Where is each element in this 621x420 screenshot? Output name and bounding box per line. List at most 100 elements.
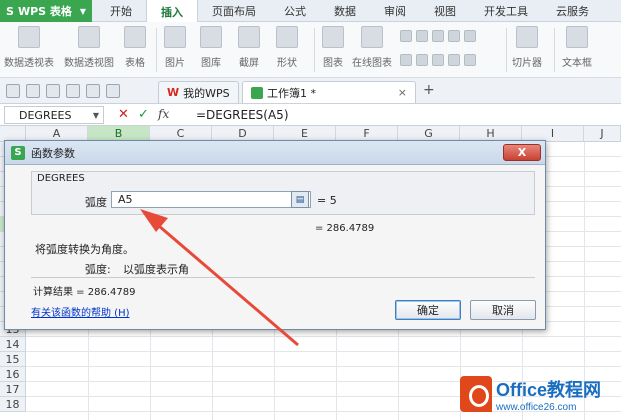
textbox-label: 文本框 bbox=[562, 58, 592, 69]
screenshot-button[interactable]: 截屏 bbox=[238, 26, 260, 69]
textbox-icon bbox=[566, 26, 588, 48]
grid-line bbox=[26, 336, 621, 337]
tab-review[interactable]: 审阅 bbox=[370, 0, 420, 22]
picture-label: 图片 bbox=[165, 58, 185, 69]
redo-icon[interactable] bbox=[106, 84, 120, 98]
chart-type-row-2 bbox=[400, 54, 476, 66]
open-icon[interactable] bbox=[26, 84, 40, 98]
tab-data[interactable]: 数据 bbox=[320, 0, 370, 22]
argument-input-value: A5 bbox=[118, 193, 133, 206]
argument-value-preview: = 5 bbox=[317, 194, 337, 207]
chart-type-row-1 bbox=[400, 30, 476, 42]
tab-workbook[interactable]: 工作簿1 * × bbox=[242, 81, 416, 103]
column-chart-icon[interactable] bbox=[400, 30, 412, 42]
row-header-16[interactable]: 16 bbox=[0, 367, 26, 382]
slicer-button[interactable]: 切片器 bbox=[512, 26, 542, 69]
collapse-dialog-icon[interactable]: ▤ bbox=[291, 191, 309, 208]
row-header-14[interactable]: 14 bbox=[0, 337, 26, 352]
ribbon: 数据透视表 数据透视图 表格 图片 图库 截屏 形状 图表 在线图表 切片器 文… bbox=[0, 22, 621, 78]
dialog-title: 函数参数 bbox=[31, 146, 75, 160]
slicer-icon bbox=[516, 26, 538, 48]
wps-logo-icon: S bbox=[6, 4, 14, 18]
stock-chart-icon[interactable] bbox=[464, 30, 476, 42]
shapes-icon bbox=[276, 26, 298, 48]
new-tab-icon[interactable]: + bbox=[423, 82, 435, 98]
tab-formulas[interactable]: 公式 bbox=[270, 0, 320, 22]
name-box[interactable]: DEGREES ▼ bbox=[4, 106, 104, 124]
pivot-table-button[interactable]: 数据透视表 bbox=[4, 26, 54, 69]
preview-icon[interactable] bbox=[66, 84, 80, 98]
pie-chart-icon[interactable] bbox=[416, 54, 428, 66]
textbox-button[interactable]: 文本框 bbox=[562, 26, 592, 69]
undo-icon[interactable] bbox=[86, 84, 100, 98]
cancel-button[interactable]: 取消 bbox=[470, 300, 536, 320]
online-chart-label: 在线图表 bbox=[352, 58, 392, 69]
cancel-icon[interactable]: ✕ bbox=[118, 107, 129, 122]
radar-chart-icon[interactable] bbox=[432, 54, 444, 66]
argument-input[interactable]: A5 bbox=[111, 191, 311, 208]
bar-chart-icon[interactable] bbox=[400, 54, 412, 66]
function-description: 将弧度转换为角度。 bbox=[35, 243, 134, 256]
tab-view[interactable]: 视图 bbox=[420, 0, 470, 22]
row-header-15[interactable]: 15 bbox=[0, 352, 26, 367]
ribbon-divider bbox=[156, 28, 157, 72]
pivot-chart-icon bbox=[78, 26, 100, 48]
shapes-button[interactable]: 形状 bbox=[276, 26, 298, 69]
line-chart-icon[interactable] bbox=[416, 30, 428, 42]
function-help-link[interactable]: 有关该函数的帮助 (H) bbox=[31, 304, 130, 319]
watermark-title: Office教程网 bbox=[496, 379, 602, 400]
ribbon-divider bbox=[314, 28, 315, 72]
document-tabs-bar: W 我的WPS 工作簿1 * × bbox=[0, 78, 621, 104]
tab-page-layout[interactable]: 页面布局 bbox=[198, 0, 270, 22]
app-menu-button[interactable]: S WPS 表格 ▼ bbox=[0, 0, 92, 22]
chart-button[interactable]: 图表 bbox=[322, 26, 344, 69]
pivot-chart-label: 数据透视图 bbox=[64, 58, 114, 69]
menu-tabs: 开始 插入 页面布局 公式 数据 审阅 视图 开发工具 云服务 bbox=[96, 0, 603, 23]
watermark-text: Office教程网 www.office26.com bbox=[496, 376, 601, 413]
online-chart-icon bbox=[361, 26, 383, 48]
insert-function-icon[interactable]: fx bbox=[158, 107, 169, 121]
app-label: WPS 表格 bbox=[17, 5, 72, 18]
picture-icon bbox=[164, 26, 186, 48]
picture-button[interactable]: 图片 bbox=[164, 26, 186, 69]
tab-my-wps-label: 我的WPS bbox=[183, 86, 230, 100]
spreadsheet-icon bbox=[251, 86, 263, 99]
scatter-chart-icon[interactable] bbox=[448, 30, 460, 42]
tab-workbook-label: 工作簿1 * bbox=[267, 86, 316, 100]
watermark-url: www.office26.com bbox=[496, 401, 577, 413]
print-icon[interactable] bbox=[46, 84, 60, 98]
ribbon-divider bbox=[506, 28, 507, 72]
row-header-18[interactable]: 18 bbox=[0, 397, 26, 412]
pivot-chart-button[interactable]: 数据透视图 bbox=[64, 26, 114, 69]
dialog-title-bar[interactable]: S 函数参数 X bbox=[5, 141, 545, 165]
column-header-j[interactable]: J bbox=[584, 126, 621, 142]
tab-insert[interactable]: 插入 bbox=[146, 0, 198, 23]
tab-my-wps[interactable]: W 我的WPS bbox=[158, 81, 239, 103]
save-icon[interactable] bbox=[6, 84, 20, 98]
formula-bar: DEGREES ▼ ✕ ✓ fx =DEGREES(A5) bbox=[0, 104, 621, 126]
row-header-17[interactable]: 17 bbox=[0, 382, 26, 397]
chevron-down-icon: ▼ bbox=[92, 110, 99, 120]
dialog-close-button[interactable]: X bbox=[503, 144, 541, 161]
formula-input[interactable]: =DEGREES(A5) bbox=[196, 108, 289, 122]
doughnut-chart-icon[interactable] bbox=[448, 54, 460, 66]
more-charts-icon[interactable] bbox=[464, 54, 476, 66]
argument-description-text: 以弧度表示角 bbox=[123, 263, 189, 276]
function-result-preview: = 286.4789 bbox=[315, 223, 375, 234]
gallery-icon bbox=[200, 26, 222, 48]
ok-button[interactable]: 确定 bbox=[395, 300, 461, 320]
gallery-button[interactable]: 图库 bbox=[200, 26, 222, 69]
name-box-value: DEGREES bbox=[19, 108, 72, 122]
office-logo-icon bbox=[460, 376, 492, 412]
gallery-label: 图库 bbox=[201, 58, 221, 69]
confirm-icon[interactable]: ✓ bbox=[138, 107, 149, 122]
tab-home[interactable]: 开始 bbox=[96, 0, 146, 22]
online-chart-button[interactable]: 在线图表 bbox=[352, 26, 392, 69]
tab-developer[interactable]: 开发工具 bbox=[470, 0, 542, 22]
chevron-down-icon: ▼ bbox=[79, 6, 86, 16]
pivot-table-icon bbox=[18, 26, 40, 48]
tab-cloud[interactable]: 云服务 bbox=[542, 0, 603, 22]
area-chart-icon[interactable] bbox=[432, 30, 444, 42]
table-button[interactable]: 表格 bbox=[124, 26, 146, 69]
close-tab-icon[interactable]: × bbox=[398, 86, 407, 99]
